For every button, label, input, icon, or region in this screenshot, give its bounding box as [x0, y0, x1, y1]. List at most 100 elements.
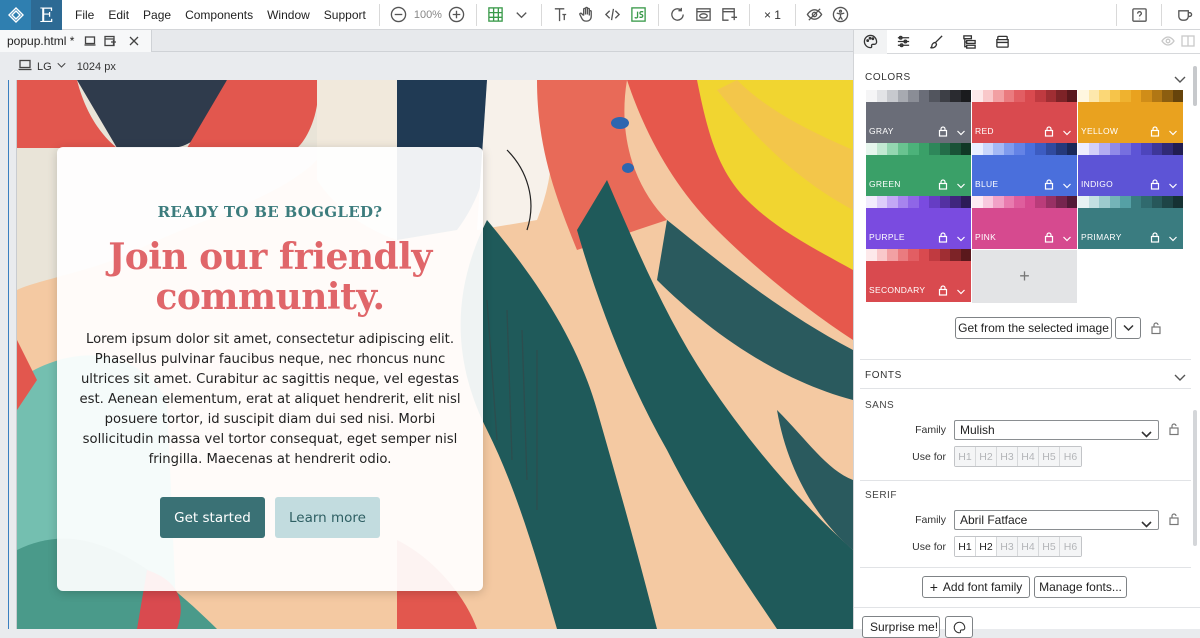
- manage-fonts-button[interactable]: Manage fonts...: [1034, 576, 1127, 598]
- lock-icon[interactable]: [1044, 126, 1054, 137]
- swatch-shade-strip[interactable]: [1078, 196, 1183, 208]
- color-swatch-green[interactable]: GREEN: [866, 143, 971, 196]
- menu-components[interactable]: Components: [178, 8, 260, 22]
- lock-icon[interactable]: [1150, 232, 1160, 243]
- sans-toggle-h1[interactable]: H1: [955, 447, 976, 466]
- serif-toggle-h3[interactable]: H3: [997, 537, 1018, 556]
- zoom-out-icon[interactable]: [386, 2, 412, 28]
- surprise-me-button[interactable]: Surprise me!: [862, 616, 940, 638]
- menu-file[interactable]: File: [68, 8, 101, 22]
- lock-icon[interactable]: [938, 285, 948, 296]
- chevron-down-icon[interactable]: [1062, 233, 1072, 243]
- js-icon[interactable]: [626, 2, 652, 28]
- swatch-shade-strip[interactable]: [866, 90, 971, 102]
- chevron-down-icon[interactable]: [1174, 73, 1186, 83]
- palette-icon[interactable]: [945, 616, 973, 638]
- code-icon[interactable]: [600, 2, 626, 28]
- chevron-down-icon[interactable]: [1168, 233, 1178, 243]
- get-from-image-dropdown[interactable]: [1115, 317, 1141, 339]
- serif-toggle-h4[interactable]: H4: [1018, 537, 1039, 556]
- sans-toggle-h6[interactable]: H6: [1060, 447, 1081, 466]
- close-icon[interactable]: [126, 33, 142, 49]
- color-swatch-gray[interactable]: GRAY: [866, 90, 971, 143]
- serif-toggle-h1[interactable]: H1: [955, 537, 976, 556]
- laptop-icon[interactable]: [18, 59, 32, 74]
- help-icon[interactable]: [1123, 2, 1155, 28]
- sans-toggle-h2[interactable]: H2: [976, 447, 997, 466]
- menu-support[interactable]: Support: [317, 8, 373, 22]
- sans-toggle-h5[interactable]: H5: [1039, 447, 1060, 466]
- lock-icon[interactable]: [1150, 321, 1162, 335]
- color-swatch-primary[interactable]: PRIMARY: [1078, 196, 1183, 249]
- chevron-down-icon[interactable]: [1168, 180, 1178, 190]
- colors-heading[interactable]: COLORS: [865, 72, 911, 83]
- multiplier-label[interactable]: × 1: [764, 8, 781, 22]
- serif-toggle-h6[interactable]: H6: [1060, 537, 1081, 556]
- brush-icon[interactable]: [920, 30, 953, 54]
- serif-toggle-h5[interactable]: H5: [1039, 537, 1060, 556]
- fonts-heading[interactable]: FONTS: [865, 370, 902, 381]
- dock-icon[interactable]: [1181, 34, 1195, 51]
- preview-icon[interactable]: [691, 2, 717, 28]
- menu-edit[interactable]: Edit: [101, 8, 136, 22]
- swatch-shade-strip[interactable]: [972, 143, 1077, 155]
- lock-icon[interactable]: [1044, 179, 1054, 190]
- color-swatch-indigo[interactable]: INDIGO: [1078, 143, 1183, 196]
- add-font-family-button[interactable]: + Add font family: [922, 576, 1030, 598]
- accessibility-icon[interactable]: [828, 2, 854, 28]
- swatch-shade-strip[interactable]: [866, 249, 971, 261]
- swatch-shade-strip[interactable]: [972, 90, 1077, 102]
- swatch-shade-strip[interactable]: [1078, 90, 1183, 102]
- hand-icon[interactable]: [574, 2, 600, 28]
- zoom-level[interactable]: 100%: [414, 9, 442, 21]
- color-swatch-pink[interactable]: PINK: [972, 196, 1077, 249]
- chevron-down-icon[interactable]: [956, 286, 966, 296]
- color-swatch-purple[interactable]: PURPLE: [866, 196, 971, 249]
- chevron-down-icon[interactable]: [1062, 127, 1072, 137]
- chevron-down-icon[interactable]: [956, 180, 966, 190]
- get-from-image-button[interactable]: Get from the selected image: [955, 317, 1112, 339]
- tree-icon[interactable]: [953, 30, 986, 54]
- color-swatch-yellow[interactable]: YELLOW: [1078, 90, 1183, 143]
- eye-icon[interactable]: [1161, 34, 1175, 51]
- lock-icon[interactable]: [1150, 179, 1160, 190]
- grid-icon[interactable]: [483, 2, 509, 28]
- export-icon[interactable]: [717, 2, 743, 28]
- library-icon[interactable]: [986, 30, 1019, 54]
- text-icon[interactable]: [548, 2, 574, 28]
- swatch-shade-strip[interactable]: [972, 196, 1077, 208]
- serif-toggle-h2[interactable]: H2: [976, 537, 997, 556]
- lock-icon[interactable]: [938, 232, 948, 243]
- serif-family-select[interactable]: Abril Fatface: [954, 510, 1159, 530]
- refresh-icon[interactable]: [665, 2, 691, 28]
- lock-icon[interactable]: [1168, 512, 1180, 526]
- color-swatch-red[interactable]: RED: [972, 90, 1077, 143]
- hide-icon[interactable]: [802, 2, 828, 28]
- chevron-down-icon[interactable]: [956, 233, 966, 243]
- open-window-icon[interactable]: [102, 33, 118, 49]
- sans-toggle-h3[interactable]: H3: [997, 447, 1018, 466]
- add-color-button[interactable]: +: [972, 250, 1077, 303]
- learn-more-button[interactable]: Learn more: [275, 497, 380, 538]
- sans-family-select[interactable]: Mulish: [954, 420, 1159, 440]
- chevron-down-icon[interactable]: [1168, 127, 1178, 137]
- coffee-icon[interactable]: [1168, 2, 1200, 28]
- swatch-shade-strip[interactable]: [866, 143, 971, 155]
- chevron-down-icon[interactable]: [1174, 371, 1186, 381]
- swatch-shade-strip[interactable]: [1078, 143, 1183, 155]
- chevron-down-icon[interactable]: [56, 61, 67, 73]
- lock-icon[interactable]: [1168, 422, 1180, 436]
- panel-scrollbar[interactable]: [1193, 66, 1197, 106]
- page-canvas[interactable]: READY TO BE BOGGLED? Join our friendly c…: [17, 80, 853, 629]
- pinegrow-logo-icon[interactable]: [0, 0, 31, 30]
- chevron-down-icon[interactable]: [509, 2, 535, 28]
- lock-icon[interactable]: [938, 126, 948, 137]
- chevron-down-icon[interactable]: [1062, 180, 1072, 190]
- chevron-down-icon[interactable]: [956, 127, 966, 137]
- color-swatch-secondary[interactable]: SECONDARY: [866, 249, 971, 302]
- color-swatch-blue[interactable]: BLUE: [972, 143, 1077, 196]
- editor-mode-icon[interactable]: E: [31, 0, 62, 30]
- menu-page[interactable]: Page: [136, 8, 178, 22]
- palette-icon[interactable]: [854, 29, 887, 54]
- zoom-in-icon[interactable]: [444, 2, 470, 28]
